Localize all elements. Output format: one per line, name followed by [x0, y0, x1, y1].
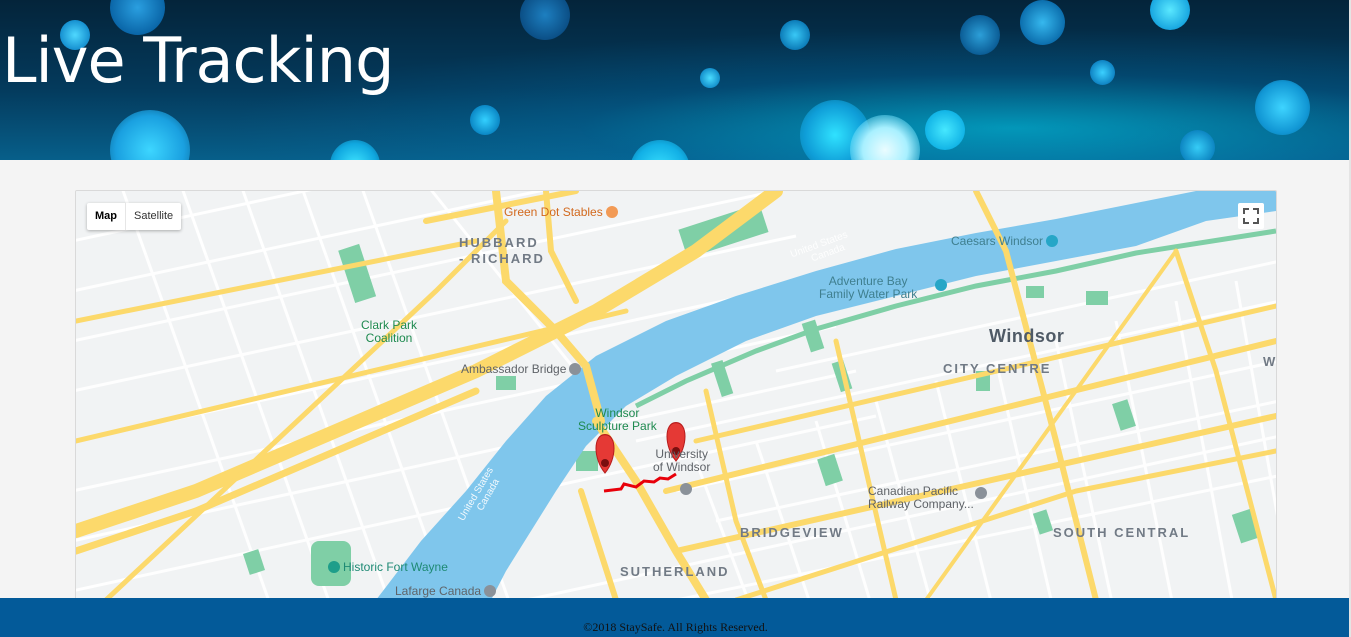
bokeh-light — [700, 68, 720, 88]
fullscreen-icon — [1243, 208, 1259, 224]
poi-historic-fort-wayne[interactable]: Historic Fort Wayne — [328, 560, 448, 574]
bokeh-light — [1180, 130, 1215, 160]
casino-icon — [1046, 235, 1059, 247]
copyright-text: ©2018 StaySafe. All Rights Reserved. — [583, 620, 768, 634]
water-park-icon — [935, 279, 947, 291]
park-label: Coalition — [365, 331, 413, 346]
edge-label: W — [1263, 354, 1277, 369]
poi-label: Family Water Park — [819, 287, 918, 302]
museum-icon — [328, 561, 340, 573]
poi-canadian-pacific[interactable]: Canadian Pacific Railway Company... — [868, 484, 974, 512]
bokeh-light — [470, 105, 500, 135]
poi-label: of Windsor — [653, 460, 711, 475]
district-label: - RICHARD — [459, 251, 545, 267]
poi-label: Green Dot Stables — [504, 205, 603, 219]
page-title: Live Tracking — [2, 24, 394, 97]
poi-label: Railway Company... — [868, 497, 974, 512]
poi-label: Ambassador Bridge — [461, 362, 567, 376]
bokeh-light — [520, 0, 570, 40]
bokeh-light — [1020, 0, 1065, 45]
bokeh-light — [330, 140, 380, 160]
map-type-control[interactable]: Map Satellite — [87, 203, 182, 230]
poi-label: Lafarge Canada — [395, 584, 482, 598]
poi-caesars-windsor[interactable]: Caesars Windsor — [951, 234, 1059, 248]
restaurant-icon — [605, 206, 618, 218]
district-hubbard: HUBBARD - RICHARD — [459, 235, 545, 267]
bokeh-light — [630, 140, 690, 160]
industry-icon — [484, 585, 497, 597]
footer: ©2018 StaySafe. All Rights Reserved. — [0, 598, 1351, 637]
park-label: Sculpture Park — [578, 419, 657, 434]
school-icon — [680, 483, 692, 495]
poi-label: Historic Fort Wayne — [343, 560, 448, 574]
district-sutherland: SUTHERLAND — [620, 564, 730, 579]
bokeh-light — [780, 20, 810, 50]
fullscreen-button[interactable] — [1238, 203, 1264, 229]
bokeh-light — [925, 110, 965, 150]
landmark-icon — [975, 487, 987, 499]
district-south-central: SOUTH CENTRAL — [1053, 525, 1191, 540]
bokeh-light — [1150, 0, 1190, 30]
district-bridgeview: BRIDGEVIEW — [740, 525, 844, 540]
district-label: HUBBARD — [459, 235, 539, 250]
poi-lafarge-canada[interactable]: Lafarge Canada — [395, 584, 497, 598]
landmark-icon — [569, 363, 582, 375]
live-tracking-map[interactable]: Green Dot Stables HUBBARD - RICHARD Clar… — [75, 190, 1277, 601]
poi-label: Caesars Windsor — [951, 234, 1044, 248]
poi-ambassador-bridge[interactable]: Ambassador Bridge — [461, 362, 582, 376]
poi-university-of-windsor[interactable]: University of Windsor — [653, 447, 711, 475]
poi-adventure-bay[interactable]: Adventure Bay Family Water Park — [819, 274, 918, 302]
bokeh-light — [960, 15, 1000, 55]
bokeh-light — [110, 110, 190, 160]
map-type-satellite-button[interactable]: Satellite — [126, 203, 181, 230]
park-clark-park[interactable]: Clark Park Coalition — [361, 318, 417, 346]
district-city-centre: CITY CENTRE — [943, 361, 1052, 376]
header-banner: Live Tracking — [0, 0, 1349, 160]
bokeh-light — [1090, 60, 1115, 85]
park-windsor-sculpture[interactable]: Windsor Sculpture Park — [578, 406, 657, 434]
map-type-map-button[interactable]: Map — [87, 203, 126, 230]
poi-green-dot-stables[interactable]: Green Dot Stables — [504, 205, 618, 219]
bokeh-light — [1255, 80, 1310, 135]
city-windsor: Windsor — [989, 326, 1065, 346]
